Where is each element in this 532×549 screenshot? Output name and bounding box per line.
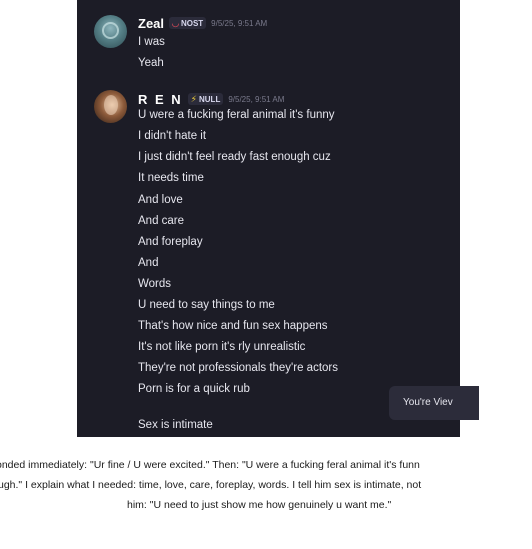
chat-panel: Zeal ◡ NOST 9/5/25, 9:51 AM I was Yeah R… xyxy=(77,0,460,437)
message-line: It needs time xyxy=(138,172,204,184)
message-line: And care xyxy=(138,215,185,227)
caption-line: onded immediately: "Ur fine / U were exc… xyxy=(0,459,420,471)
user-tag-badge[interactable]: ⚡ NULL xyxy=(187,93,224,105)
message-line: Sex is intimate xyxy=(138,419,213,431)
username[interactable]: Zeal xyxy=(138,16,164,31)
username[interactable]: R E N xyxy=(138,92,183,107)
timestamp: 9/5/25, 9:51 AM xyxy=(228,94,285,104)
avatar[interactable] xyxy=(94,15,127,48)
page: Zeal ◡ NOST 9/5/25, 9:51 AM I was Yeah R… xyxy=(0,0,532,549)
lightning-icon: ⚡ xyxy=(190,94,197,104)
message-line: Words xyxy=(138,278,172,290)
message-line: And foreplay xyxy=(138,236,203,248)
caption-line: ugh." I explain what I needed: time, lov… xyxy=(0,479,422,491)
message-line: I just didn't feel ready fast enough cuz xyxy=(138,151,331,163)
message-line: Porn is for a quick rub xyxy=(138,383,250,395)
tag-label: NULL xyxy=(199,94,221,104)
message-line: And love xyxy=(138,194,183,206)
message-line: I didn't hate it xyxy=(138,130,207,142)
message-line: Yeah xyxy=(138,57,164,69)
message-line: They're not professionals they're actors xyxy=(138,362,338,374)
viewing-indicator-button[interactable]: You're Viev xyxy=(389,386,479,420)
caption-line: him: "U need to just show me how genuine… xyxy=(127,499,392,511)
timestamp: 9/5/25, 9:51 AM xyxy=(211,18,268,28)
message-header: Zeal ◡ NOST 9/5/25, 9:51 AM xyxy=(138,14,267,32)
message-line: I was xyxy=(138,36,165,48)
message-line: U need to say things to me xyxy=(138,299,275,311)
message-line: That's how nice and fun sex happens xyxy=(138,320,328,332)
message-line: It's not like porn it's rly unrealistic xyxy=(138,341,306,353)
message-line: And xyxy=(138,257,159,269)
user-tag-badge[interactable]: ◡ NOST xyxy=(169,17,207,29)
nost-icon: ◡ xyxy=(172,18,179,28)
avatar[interactable] xyxy=(94,90,127,123)
message-header: R E N ⚡ NULL 9/5/25, 9:51 AM xyxy=(138,90,284,108)
tag-label: NOST xyxy=(180,18,204,28)
message-line: U were a fucking feral animal it's funny xyxy=(138,109,335,121)
